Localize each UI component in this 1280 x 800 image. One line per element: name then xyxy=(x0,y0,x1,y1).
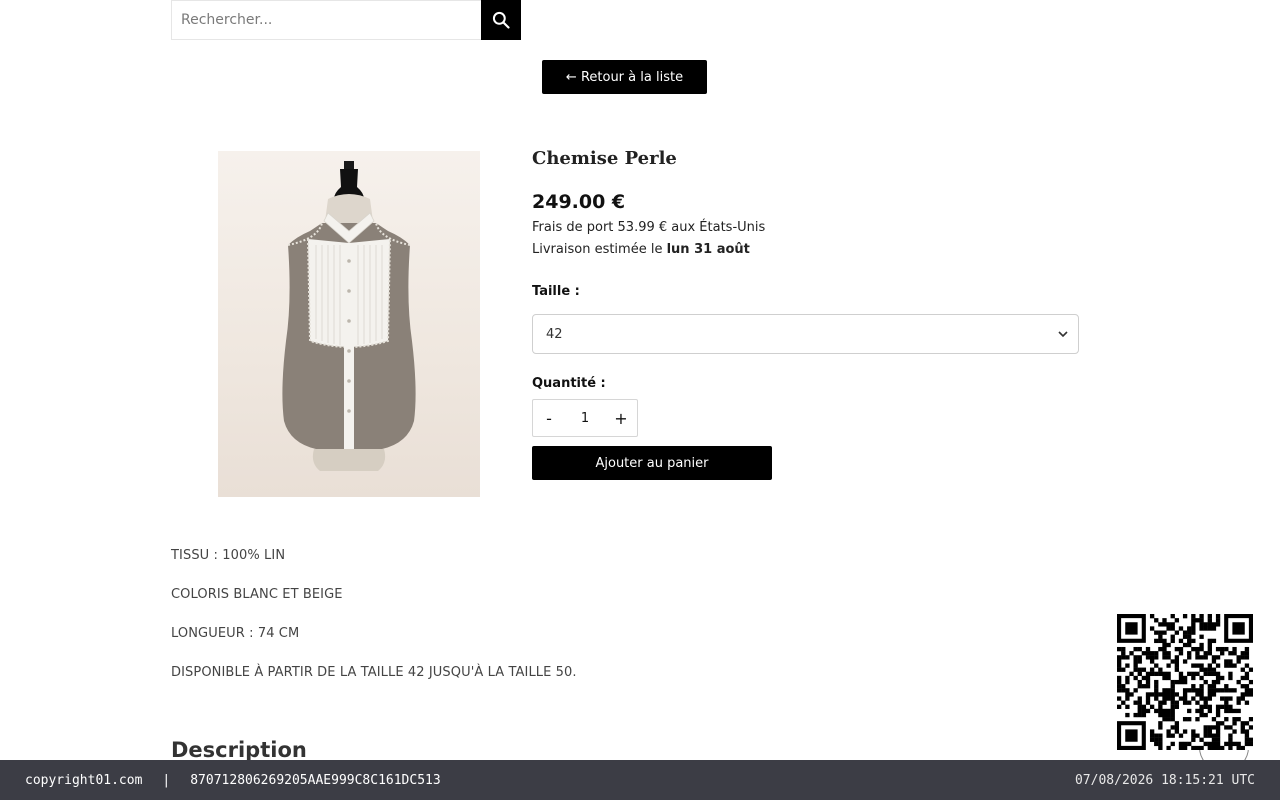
product-title: Chemise Perle xyxy=(532,148,677,169)
description-heading: Description xyxy=(171,738,307,762)
footer-separator: | xyxy=(162,772,171,788)
delivery-date: lun 31 août xyxy=(666,242,750,257)
back-to-list-button[interactable]: ← Retour à la liste xyxy=(542,60,707,94)
footer-timestamp: 07/08/2026 18:15:21 UTC xyxy=(1074,772,1255,788)
size-label: Taille : xyxy=(532,284,580,299)
delivery-estimate: Livraison estimée le lun 31 août xyxy=(532,242,750,257)
footer-hash: 870712806269205AAE999C8C161DC513 xyxy=(190,772,441,788)
garment-illustration xyxy=(282,161,416,471)
size-selected-value: 42 xyxy=(546,326,563,342)
search-button[interactable] xyxy=(481,0,521,40)
add-to-cart-button[interactable]: Ajouter au panier xyxy=(532,446,772,480)
qr-code-icon xyxy=(1117,614,1254,751)
detail-line: LONGUEUR : 74 CM xyxy=(171,626,300,641)
footer-site: copyright01.com xyxy=(25,772,143,788)
shipping-info: Frais de port 53.99 € aux États-Unis xyxy=(532,220,766,235)
chevron-down-icon xyxy=(1058,331,1068,338)
search-input[interactable] xyxy=(171,0,481,40)
detail-line: DISPONIBLE À PARTIR DE LA TAILLE 42 JUSQ… xyxy=(171,665,577,680)
quantity-decrease-button[interactable]: - xyxy=(533,400,565,436)
product-price: 249.00 € xyxy=(532,191,626,213)
footer-bar: copyright01.com | 870712806269205AAE999C… xyxy=(0,760,1280,800)
product-image xyxy=(218,151,480,497)
search-icon xyxy=(492,11,510,29)
delivery-prefix: Livraison estimée le xyxy=(532,242,667,257)
quantity-stepper: - 1 + xyxy=(532,399,638,437)
detail-line: TISSU : 100% LIN xyxy=(171,548,286,563)
size-select[interactable]: 42 xyxy=(532,314,1079,354)
quantity-increase-button[interactable]: + xyxy=(605,400,637,436)
quantity-value[interactable]: 1 xyxy=(565,411,605,426)
search-bar xyxy=(171,0,521,40)
detail-line: COLORIS BLANC ET BEIGE xyxy=(171,587,343,602)
quantity-label: Quantité : xyxy=(532,376,606,391)
